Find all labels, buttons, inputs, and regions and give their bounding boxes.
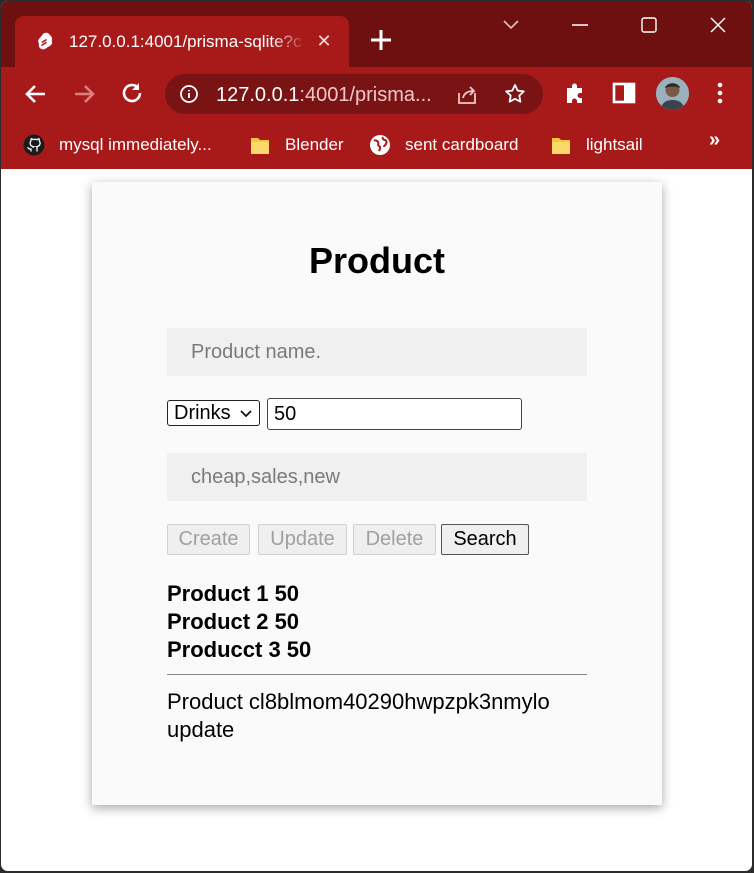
bookmark-label: mysql immediately...	[59, 135, 212, 154]
chevron-down-icon	[240, 410, 252, 418]
list-item[interactable]: Product 1 50	[167, 580, 587, 608]
minimize-icon[interactable]	[560, 9, 600, 41]
update-button[interactable]: Update	[258, 524, 347, 555]
forward-arrow-icon[interactable]	[69, 79, 99, 109]
bookmark-label: Blender	[285, 135, 344, 154]
page-title: Product	[308, 240, 445, 281]
address-url[interactable]: 127.0.0.1:4001/prisma...	[216, 83, 438, 107]
address-bar[interactable]: 127.0.0.1:4001/prisma...	[165, 74, 543, 114]
status-line-action: update	[167, 717, 235, 742]
tab-search-icon[interactable]	[491, 9, 531, 41]
tab-close-icon[interactable]: ✕	[313, 30, 335, 52]
bookmark-sent-cardboard[interactable]: sent cardboard	[369, 131, 518, 159]
bookmark-star-icon[interactable]	[503, 82, 527, 106]
bookmarks-overflow-chevron[interactable]: »	[709, 129, 720, 152]
svelte-icon	[38, 32, 53, 50]
side-panel-icon[interactable]	[610, 79, 638, 107]
tab-title: 127.0.0.1:4001/prisma-sqlite?c	[69, 32, 302, 51]
status-message: Product cl8blmom40290hwpzpk3nmylo update	[167, 688, 597, 744]
browser-toolbar: 127.0.0.1:4001/prisma...	[1, 67, 752, 121]
status-line-id: Product cl8blmom40290hwpzpk3nmylo	[167, 689, 550, 714]
maximize-icon[interactable]	[629, 9, 669, 41]
title-bar: 127.0.0.1:4001/prisma-sqlite?c ✕	[1, 1, 752, 67]
folder-icon	[552, 138, 570, 154]
share-icon[interactable]	[455, 83, 479, 107]
product-name-input[interactable]	[167, 328, 587, 376]
browser-tab[interactable]: 127.0.0.1:4001/prisma-sqlite?c ✕	[15, 16, 349, 67]
page-content: Product Drinks Create Update Delete Sear…	[1, 169, 752, 871]
bookmark-label: lightsail	[586, 135, 643, 154]
search-button[interactable]: Search	[441, 524, 529, 555]
divider	[167, 674, 587, 675]
close-window-icon[interactable]	[698, 9, 738, 41]
price-input[interactable]	[267, 398, 522, 430]
profile-avatar[interactable]	[656, 77, 689, 110]
bookmark-label: sent cardboard	[405, 135, 519, 154]
category-select[interactable]: Drinks	[167, 400, 260, 426]
url-path: :4001/prisma...	[299, 84, 432, 106]
url-host: 127.0.0.1	[216, 84, 300, 106]
extensions-puzzle-icon[interactable]	[562, 79, 590, 107]
create-button[interactable]: Create	[167, 524, 250, 555]
bookmark-mysql[interactable]: mysql immediately...	[23, 131, 212, 159]
github-icon	[23, 134, 45, 156]
delete-button[interactable]: Delete	[353, 524, 436, 555]
product-form-card: Product Drinks Create Update Delete Sear…	[92, 182, 662, 805]
back-arrow-icon[interactable]	[21, 79, 51, 109]
list-item[interactable]: Product 2 50	[167, 608, 587, 636]
bookmarks-bar: mysql immediately... Blender sent cardbo…	[1, 121, 752, 169]
reload-icon[interactable]	[117, 79, 147, 109]
new-tab-icon[interactable]	[367, 26, 395, 54]
browser-window: 127.0.0.1:4001/prisma-sqlite?c ✕ 127.0.0…	[1, 1, 752, 871]
bookmark-lightsail[interactable]: lightsail	[550, 131, 643, 159]
folder-icon	[251, 138, 269, 154]
user-avatar-icon	[656, 77, 689, 110]
list-item[interactable]: Producct 3 50	[167, 636, 587, 664]
bookmark-blender[interactable]: Blender	[249, 131, 344, 159]
tags-input[interactable]	[167, 453, 587, 501]
product-list: Product 1 50 Product 2 50 Producct 3 50	[167, 580, 587, 664]
menu-kebab-icon[interactable]	[706, 79, 734, 107]
info-icon[interactable]	[179, 84, 199, 104]
globe-icon	[370, 135, 390, 155]
category-selected-value: Drinks	[174, 402, 231, 424]
